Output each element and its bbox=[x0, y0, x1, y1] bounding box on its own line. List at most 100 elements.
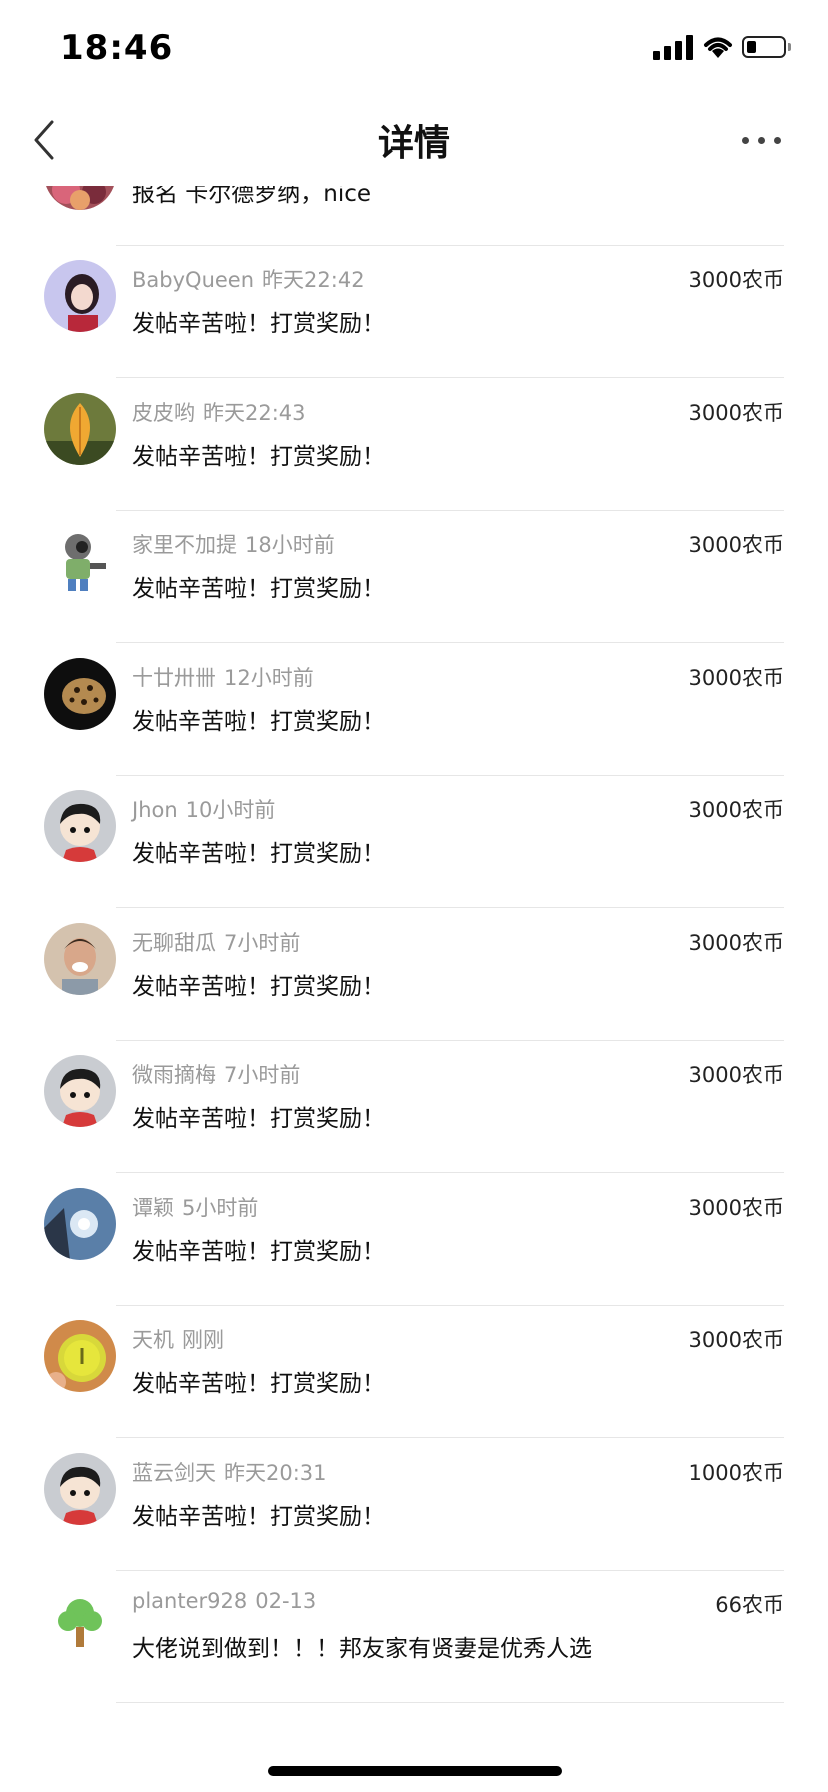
row-divider bbox=[116, 1039, 784, 1041]
reward-row[interactable]: 谭颖 5小时前 3000农币发帖辛苦啦！打赏奖励！ bbox=[0, 1178, 828, 1310]
reward-meta: 家里不加提 18小时前 bbox=[132, 529, 335, 559]
reward-amount: 66农币 bbox=[715, 1593, 784, 1617]
reward-message: 大佬说到做到！！！邦友家有贤妻是优秀人选 bbox=[132, 1636, 592, 1662]
username[interactable]: 微雨摘梅 bbox=[132, 1063, 216, 1087]
leopard-avatar[interactable] bbox=[44, 657, 116, 730]
row-divider bbox=[116, 907, 784, 908]
username[interactable]: 家里不加提 bbox=[132, 533, 237, 557]
cellular-signal-icon bbox=[653, 34, 695, 60]
username[interactable]: 皮皮哟 bbox=[132, 401, 195, 425]
more-button[interactable] bbox=[742, 126, 782, 156]
row-divider bbox=[116, 1172, 784, 1173]
reward-amount: 3000农币 bbox=[688, 665, 784, 690]
reward-message: 发帖辛苦啦！打赏奖励！ bbox=[132, 1503, 385, 1530]
reward-meta: 蓝云剑天 昨天20:31 bbox=[132, 1457, 327, 1487]
username[interactable]: BabyQueen bbox=[132, 268, 254, 292]
reward-message: 发帖辛苦啦！打赏奖励！ bbox=[132, 708, 385, 735]
reward-meta: 无聊甜瓜 7小时前 bbox=[132, 927, 300, 957]
reward-meta: Jhon 10小时前 bbox=[132, 794, 275, 824]
reward-time: 12小时前 bbox=[224, 665, 314, 690]
username[interactable]: 无聊甜瓜 bbox=[132, 931, 216, 955]
row-divider bbox=[116, 774, 784, 776]
reward-message: 发帖辛苦啦！打赏奖励！ bbox=[132, 841, 385, 867]
reward-meta: 谭颖 5小时前 bbox=[132, 1192, 258, 1222]
reward-row[interactable]: 家里不加提 18小时前 3000农币发帖辛苦啦！打赏奖励！ bbox=[0, 515, 828, 647]
row-divider bbox=[116, 509, 784, 511]
status-bar: 18:46 bbox=[0, 0, 828, 96]
reward-row[interactable]: 十廿卅卌 12小时前 3000农币发帖辛苦啦！打赏奖励！ bbox=[0, 648, 828, 780]
reward-row[interactable]: 皮皮哟 昨天22:43 3000农币发帖辛苦啦！打赏奖励！ bbox=[0, 383, 828, 515]
reward-meta: 微雨摘梅 7小时前 bbox=[132, 1059, 300, 1089]
reward-message: 发帖辛苦啦！打赏奖励！ bbox=[132, 1106, 385, 1132]
cartoon-avatar[interactable] bbox=[44, 1452, 116, 1525]
battery-icon bbox=[742, 36, 792, 60]
reward-row-partial[interactable]: 报名 卡尔德罗纳，nice bbox=[0, 186, 828, 250]
reward-message: 发帖辛苦啦！打赏奖励！ bbox=[132, 973, 385, 1000]
row-divider bbox=[116, 1569, 784, 1571]
reward-amount: 1000农币 bbox=[688, 1460, 784, 1485]
home-indicator bbox=[268, 1766, 562, 1776]
username[interactable]: 谭颖 bbox=[132, 1196, 174, 1220]
row-divider bbox=[116, 245, 784, 246]
row-divider bbox=[116, 1702, 784, 1703]
row-divider bbox=[116, 642, 784, 643]
reward-amount: 3000农币 bbox=[688, 1328, 784, 1352]
tree-avatar[interactable] bbox=[44, 1585, 116, 1657]
reward-message: 发帖辛苦啦！打赏奖励！ bbox=[132, 1238, 385, 1265]
wifi-icon bbox=[704, 37, 732, 58]
leaf-avatar[interactable] bbox=[44, 392, 116, 465]
reward-amount: 3000农币 bbox=[688, 930, 784, 955]
girl-avatar[interactable] bbox=[44, 260, 116, 332]
reward-time: 昨天20:31 bbox=[224, 1460, 327, 1485]
reward-row[interactable]: BabyQueen 昨天22:42 3000农币 发帖辛苦啦！打赏奖励！ bbox=[0, 250, 828, 382]
reward-row[interactable]: 天机 刚刚 3000农币发帖辛苦啦！打赏奖励！ bbox=[0, 1310, 828, 1442]
reward-message: 发帖辛苦啦！打赏奖励！ bbox=[132, 576, 385, 602]
reward-time: 刚刚 bbox=[182, 1328, 224, 1352]
navigation-bar: 详情 bbox=[0, 96, 828, 186]
reward-row[interactable]: 无聊甜瓜 7小时前 3000农币发帖辛苦啦！打赏奖励！ bbox=[0, 913, 828, 1045]
reward-amount: 3000农币 bbox=[688, 400, 784, 425]
username[interactable]: 天机 bbox=[132, 1328, 174, 1352]
reward-message: 发帖辛苦啦！打赏奖励！ bbox=[132, 443, 385, 470]
flower-avatar[interactable] bbox=[44, 186, 116, 210]
reward-row[interactable]: 微雨摘梅 7小时前 3000农币发帖辛苦啦！打赏奖励！ bbox=[0, 1045, 828, 1177]
reward-row[interactable]: 蓝云剑天 昨天20:31 1000农币发帖辛苦啦！打赏奖励！ bbox=[0, 1443, 828, 1575]
reward-message: 报名 卡尔德罗纳，nice bbox=[132, 186, 372, 207]
reward-amount: 3000农币 bbox=[688, 1063, 784, 1087]
fruit-avatar[interactable] bbox=[44, 1320, 116, 1392]
row-divider bbox=[116, 377, 784, 378]
username[interactable]: 十廿卅卌 bbox=[132, 666, 216, 690]
sky-avatar[interactable] bbox=[44, 1187, 116, 1260]
reward-time: 昨天22:43 bbox=[203, 400, 306, 425]
reward-row[interactable]: Jhon 10小时前 3000农币 发帖辛苦啦！打赏奖励！ bbox=[0, 780, 828, 912]
reward-time: 7小时前 bbox=[224, 1063, 301, 1087]
reward-row[interactable]: planter928 02-13 66农币大佬说到做到！！！邦友家有贤妻是优秀人选 bbox=[0, 1575, 828, 1706]
robot-avatar[interactable] bbox=[44, 525, 116, 597]
reward-message: 发帖辛苦啦！打赏奖励！ bbox=[132, 311, 385, 337]
man-avatar[interactable] bbox=[44, 922, 116, 995]
reward-time: 18小时前 bbox=[245, 533, 335, 557]
reward-time: 10小时前 bbox=[185, 798, 276, 822]
row-divider bbox=[116, 1304, 784, 1306]
cartoon-avatar[interactable] bbox=[44, 1055, 116, 1127]
reward-meta: BabyQueen 昨天22:42 bbox=[132, 264, 365, 294]
reward-time: 7小时前 bbox=[224, 930, 301, 955]
page-title: 详情 bbox=[377, 123, 450, 164]
reward-time: 5小时前 bbox=[182, 1195, 259, 1220]
reward-meta: 皮皮哟 昨天22:43 bbox=[132, 397, 306, 427]
reward-message: 发帖辛苦啦！打赏奖励！ bbox=[132, 1371, 385, 1397]
reward-amount: 3000农币 bbox=[688, 533, 784, 557]
reward-meta: 天机 刚刚 bbox=[132, 1324, 224, 1354]
username[interactable]: 蓝云剑天 bbox=[132, 1461, 216, 1485]
username[interactable]: Jhon bbox=[132, 798, 178, 822]
reward-list: 报名 卡尔德罗纳，nice BabyQueen 昨天22:42 3000农币 发帖辛苦… bbox=[0, 186, 828, 1706]
row-divider bbox=[116, 1437, 784, 1438]
reward-time: 昨天22:42 bbox=[262, 268, 365, 292]
status-time: 18:46 bbox=[60, 28, 174, 68]
cartoon-avatar[interactable] bbox=[44, 790, 116, 862]
username[interactable]: planter928 bbox=[132, 1589, 247, 1613]
reward-time: 02-13 bbox=[255, 1589, 317, 1613]
reward-meta: planter928 02-13 bbox=[132, 1589, 316, 1613]
reward-meta: 十廿卅卌 12小时前 bbox=[132, 662, 314, 692]
reward-amount: 3000农币 bbox=[688, 1195, 784, 1220]
